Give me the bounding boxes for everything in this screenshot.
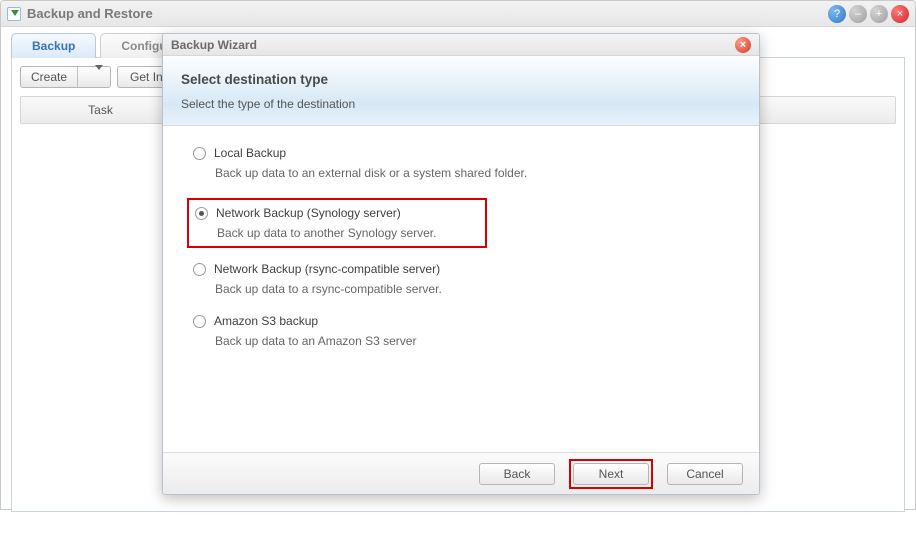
highlight-annotation: Network Backup (Synology server) Back up… bbox=[187, 198, 487, 248]
close-icon[interactable]: × bbox=[891, 5, 909, 23]
option-label: Local Backup bbox=[214, 146, 286, 160]
option-description: Back up data to another Synology server. bbox=[217, 226, 475, 240]
dialog-heading: Select destination type bbox=[181, 72, 741, 87]
column-task[interactable]: Task bbox=[21, 97, 181, 123]
backup-wizard-dialog: Backup Wizard × Select destination type … bbox=[162, 33, 760, 495]
maximize-icon[interactable]: + bbox=[870, 5, 888, 23]
create-button-dropdown[interactable] bbox=[82, 67, 110, 87]
app-icon bbox=[7, 7, 21, 21]
create-button-label: Create bbox=[21, 67, 78, 87]
radio-local-backup[interactable] bbox=[193, 147, 206, 160]
tab-backup[interactable]: Backup bbox=[11, 33, 96, 58]
window-titlebar: Backup and Restore ? – + × bbox=[1, 1, 915, 27]
option-local-backup[interactable]: Local Backup Back up data to an external… bbox=[193, 146, 729, 180]
window-controls: ? – + × bbox=[828, 5, 909, 23]
option-label: Network Backup (rsync-compatible server) bbox=[214, 262, 440, 276]
option-network-synology[interactable]: Network Backup (Synology server) Back up… bbox=[195, 206, 475, 240]
dialog-title: Backup Wizard bbox=[171, 38, 257, 52]
back-button[interactable]: Back bbox=[479, 463, 555, 485]
radio-network-synology[interactable] bbox=[195, 207, 208, 220]
create-button[interactable]: Create bbox=[20, 66, 111, 88]
window-title: Backup and Restore bbox=[27, 6, 828, 21]
option-label: Network Backup (Synology server) bbox=[216, 206, 401, 220]
option-network-rsync[interactable]: Network Backup (rsync-compatible server)… bbox=[193, 262, 729, 296]
option-label: Amazon S3 backup bbox=[214, 314, 318, 328]
option-description: Back up data to a rsync-compatible serve… bbox=[215, 282, 729, 296]
option-description: Back up data to an Amazon S3 server bbox=[215, 334, 729, 348]
radio-amazon-s3[interactable] bbox=[193, 315, 206, 328]
next-button[interactable]: Next bbox=[573, 463, 649, 485]
dialog-footer: Back Next Cancel bbox=[163, 452, 759, 494]
dialog-body: Local Backup Back up data to an external… bbox=[163, 126, 759, 426]
chevron-down-icon bbox=[95, 65, 103, 84]
highlight-annotation-next: Next bbox=[569, 459, 653, 489]
dialog-header: Select destination type Select the type … bbox=[163, 56, 759, 126]
dialog-close-icon[interactable]: × bbox=[735, 37, 751, 53]
option-amazon-s3[interactable]: Amazon S3 backup Back up data to an Amaz… bbox=[193, 314, 729, 348]
minimize-icon[interactable]: – bbox=[849, 5, 867, 23]
radio-network-rsync[interactable] bbox=[193, 263, 206, 276]
option-description: Back up data to an external disk or a sy… bbox=[215, 166, 729, 180]
help-icon[interactable]: ? bbox=[828, 5, 846, 23]
cancel-button[interactable]: Cancel bbox=[667, 463, 743, 485]
dialog-titlebar: Backup Wizard × bbox=[163, 34, 759, 56]
dialog-subheading: Select the type of the destination bbox=[181, 97, 741, 111]
